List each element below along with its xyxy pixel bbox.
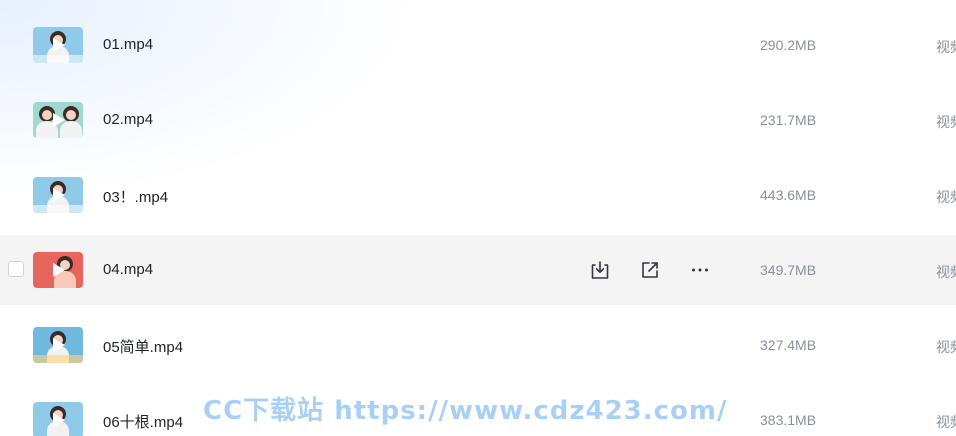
file-type: 视频 xyxy=(936,189,956,205)
video-thumbnail xyxy=(33,252,83,288)
download-icon[interactable] xyxy=(588,258,612,282)
play-icon xyxy=(53,38,65,52)
file-name[interactable]: 02.mp4 xyxy=(103,111,153,128)
file-row[interactable]: 05简单.mp4 327.4MB 视频 xyxy=(0,310,956,380)
video-thumbnail xyxy=(33,177,83,213)
file-type: 视频 xyxy=(936,39,956,55)
more-icon[interactable] xyxy=(688,258,712,282)
file-type: 视频 xyxy=(936,414,956,430)
file-row[interactable]: 06十根.mp4 383.1MB 视频 xyxy=(0,385,956,436)
video-thumbnail xyxy=(33,102,83,138)
file-size: 231.7MB xyxy=(760,112,817,128)
file-size: 383.1MB xyxy=(760,412,817,428)
file-name[interactable]: 06十根.mp4 xyxy=(103,411,183,432)
file-type: 视频 xyxy=(936,114,956,130)
file-type: 视频 xyxy=(936,339,956,355)
share-icon[interactable] xyxy=(638,258,662,282)
file-size: 290.2MB xyxy=(760,37,817,53)
file-name[interactable]: 03！.mp4 xyxy=(103,186,168,207)
file-row[interactable]: 01.mp4 290.2MB 视频 xyxy=(0,10,956,80)
file-size: 443.6MB xyxy=(760,187,817,203)
row-checkbox[interactable] xyxy=(8,261,24,277)
file-row[interactable]: 03！.mp4 443.6MB 视频 xyxy=(0,160,956,230)
video-thumbnail xyxy=(33,402,83,436)
play-icon xyxy=(53,188,65,202)
file-size: 349.7MB xyxy=(760,262,817,278)
play-icon xyxy=(53,113,65,127)
play-icon xyxy=(53,413,65,427)
play-icon xyxy=(53,263,65,277)
video-thumbnail xyxy=(33,327,83,363)
file-row-hovered[interactable]: 04.mp4 349.7MB 视频 xyxy=(0,235,956,305)
file-name[interactable]: 04.mp4 xyxy=(103,261,153,278)
video-thumbnail xyxy=(33,27,83,63)
file-size: 327.4MB xyxy=(760,337,817,353)
file-name[interactable]: 05简单.mp4 xyxy=(103,336,183,357)
file-row[interactable]: 02.mp4 231.7MB 视频 xyxy=(0,85,956,155)
file-type: 视频 xyxy=(936,264,956,280)
file-name[interactable]: 01.mp4 xyxy=(103,36,153,53)
play-icon xyxy=(53,338,65,352)
file-list: 01.mp4 290.2MB 视频 02.mp4 231.7MB 视频 03！.… xyxy=(0,0,956,436)
